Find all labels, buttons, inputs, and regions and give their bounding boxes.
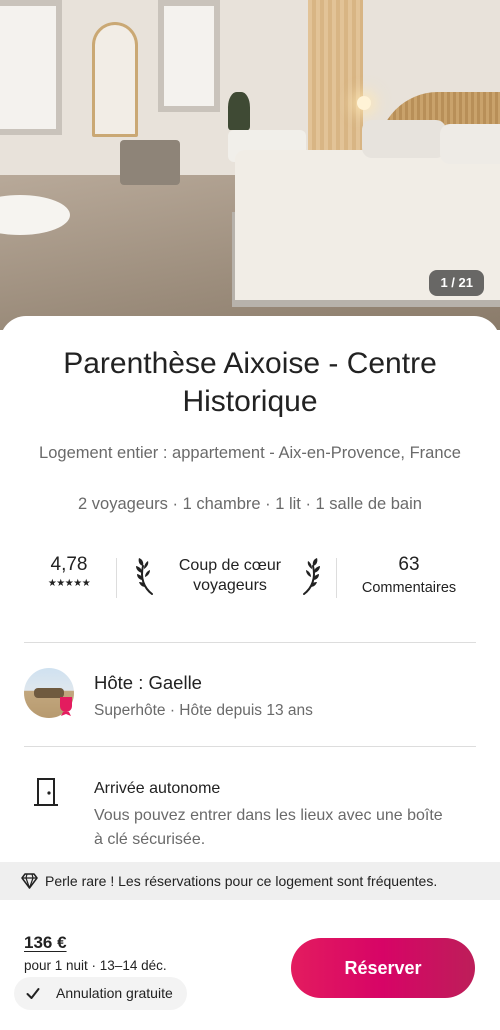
photo-counter: 1 / 21 <box>429 270 484 296</box>
self-checkin-highlight: Arrivée autonome Vous pouvez entrer dans… <box>24 774 476 864</box>
superhost-badge-icon <box>60 697 72 716</box>
section-divider <box>24 746 476 747</box>
booking-footer: 136 € pour 1 nuit · 13–14 déc. Annulatio… <box>0 900 500 1030</box>
stats-divider <box>116 558 117 598</box>
listing-details: Parenthèse Aixoise - Centre Historique L… <box>0 316 500 1030</box>
photo-chair <box>120 140 180 185</box>
laurel-icon <box>136 558 153 595</box>
photo-mirror <box>92 22 138 137</box>
highlight-description: Vous pouvez entrer dans les lieux avec u… <box>94 807 443 848</box>
reviews-stat[interactable]: 63 Commentaires <box>350 552 468 598</box>
price-details: pour 1 nuit · 13–14 déc. <box>24 958 167 973</box>
rating-value: 4,78 <box>50 554 88 575</box>
laurel-icon <box>303 558 320 595</box>
reserve-button[interactable]: Réserver <box>291 938 475 998</box>
photo-window <box>158 0 220 112</box>
stats-row: 4,78 ★★★★★ Coup de cœur voyageurs 63 Com… <box>24 552 476 602</box>
rating-stat[interactable]: 4,78 ★★★★★ <box>24 552 114 590</box>
photo-lamp <box>357 96 371 110</box>
host-name: Hôte : Gaelle <box>94 672 202 693</box>
reviews-count: 63 <box>398 554 420 575</box>
photo-pillow <box>362 120 446 158</box>
diamond-icon <box>21 873 38 889</box>
free-cancellation-label: Annulation gratuite <box>56 985 173 1001</box>
listing-title: Parenthèse Aixoise - Centre Historique <box>63 347 437 418</box>
listing-subtitle: Logement entier : appartement - Aix-en-P… <box>39 444 461 462</box>
guest-favorite-label: Coup de cœur voyageurs <box>178 557 282 594</box>
reviews-label: Commentaires <box>361 580 457 596</box>
host-section[interactable]: Hôte : Gaelle Superhôte · Hôte depuis 13… <box>24 666 476 726</box>
rare-find-banner: Perle rare ! Les réservations pour ce lo… <box>0 862 500 900</box>
photo-curtain <box>308 0 363 165</box>
highlight-title: Arrivée autonome <box>94 780 221 797</box>
guest-favorite-stat[interactable]: Coup de cœur voyageurs <box>132 552 332 602</box>
rating-stars: ★★★★★ <box>47 578 91 589</box>
photo-window <box>0 0 62 135</box>
door-icon <box>34 778 58 806</box>
section-divider <box>24 642 476 643</box>
listing-specs: 2 voyageurs · 1 chambre · 1 lit · 1 sall… <box>78 495 422 513</box>
stats-divider <box>336 558 337 598</box>
nightly-price[interactable]: 136 € <box>24 932 67 954</box>
rare-find-text: Perle rare ! Les réservations pour ce lo… <box>45 873 438 889</box>
photo-plant <box>228 92 250 130</box>
free-cancellation-badge: Annulation gratuite <box>14 977 187 1010</box>
check-icon <box>26 988 40 999</box>
listing-photo[interactable]: 1 / 21 <box>0 0 500 330</box>
photo-pillow <box>440 124 500 164</box>
host-details: Superhôte · Hôte depuis 13 ans <box>94 702 313 719</box>
